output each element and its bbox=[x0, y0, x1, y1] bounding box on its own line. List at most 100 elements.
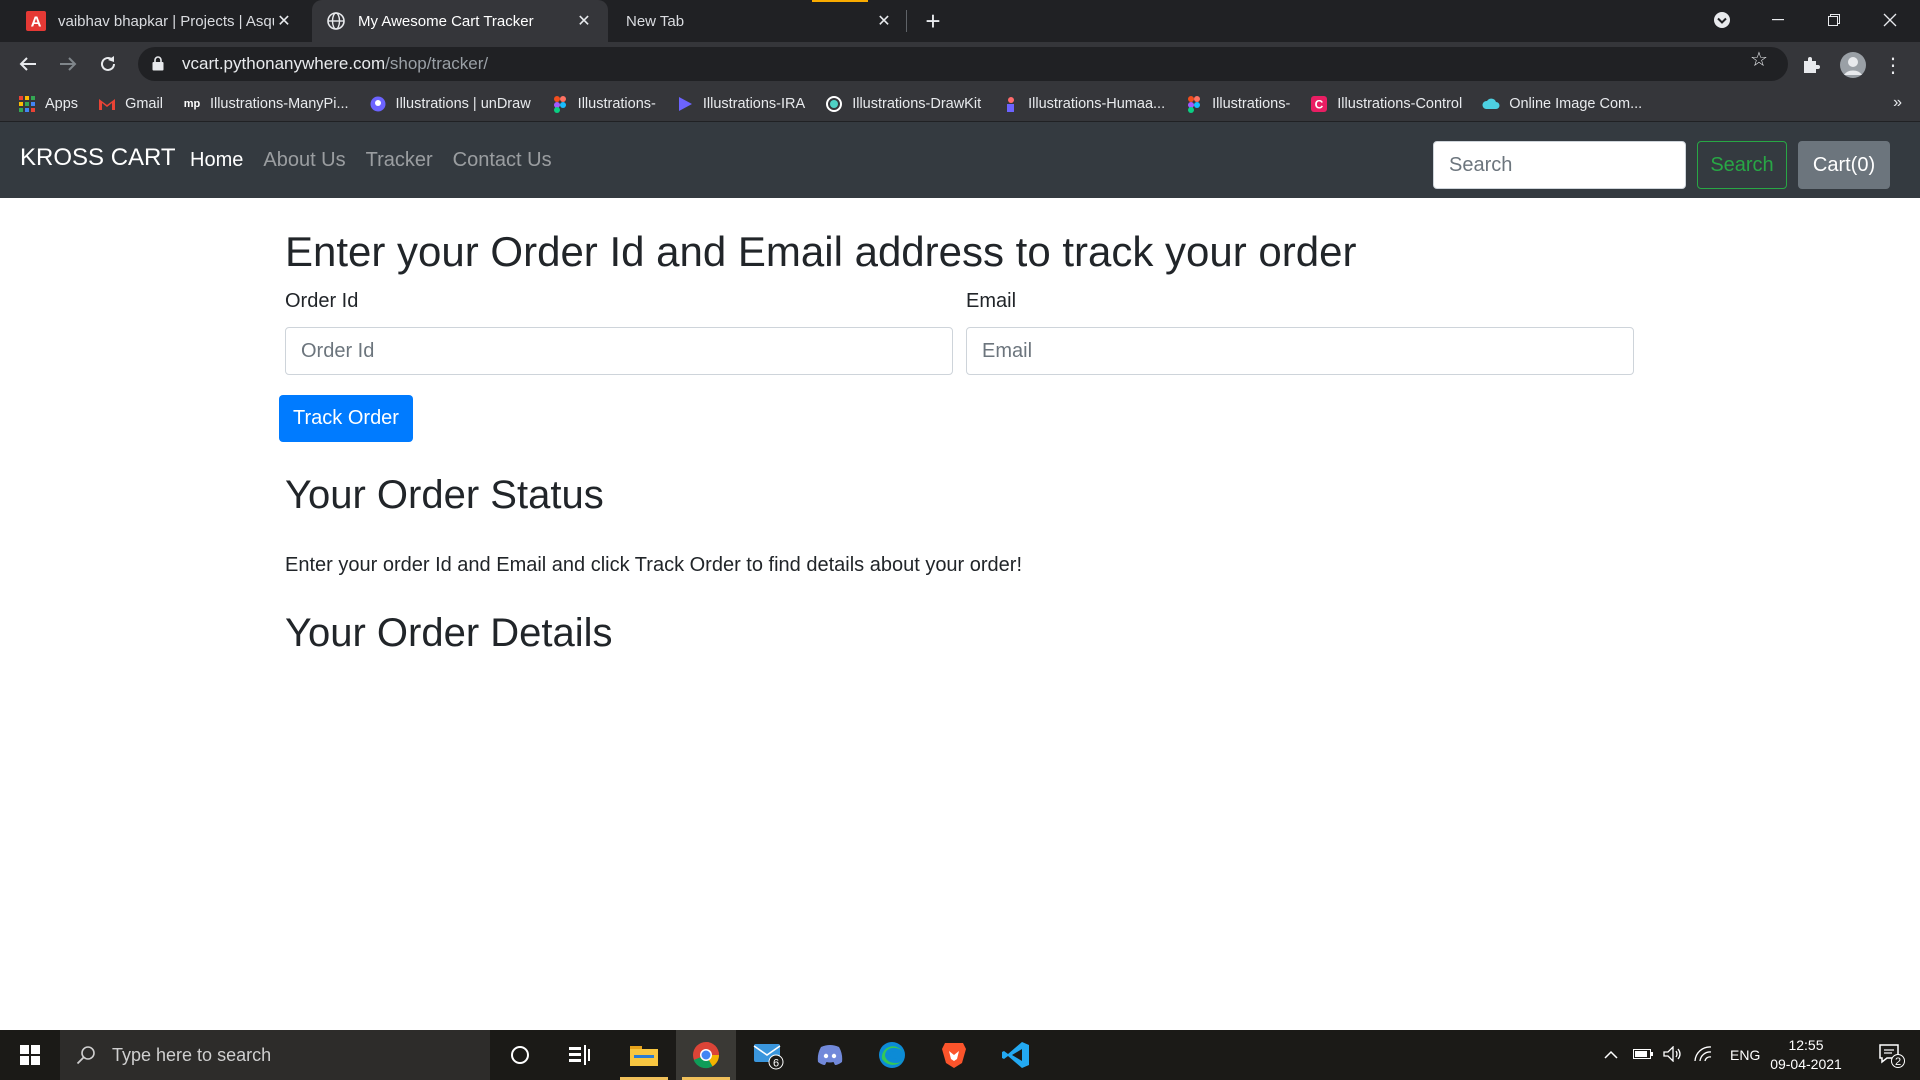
url-host: vcart.pythonanywhere.com bbox=[182, 54, 386, 73]
tab-close-icon[interactable]: ✕ bbox=[274, 11, 294, 31]
nav-tracker[interactable]: Tracker bbox=[366, 149, 433, 172]
windows-taskbar: Type here to search 6 ENG 12:55 09-04-20… bbox=[0, 1030, 1920, 1080]
figma-icon bbox=[551, 95, 569, 113]
email-input[interactable] bbox=[966, 327, 1634, 375]
nav-links: Home About Us Tracker Contact Us bbox=[190, 122, 572, 198]
brand-logo[interactable]: KROSS CART bbox=[20, 144, 176, 172]
tray-overflow-chevron-icon[interactable] bbox=[1600, 1047, 1622, 1063]
chrome-taskbar-icon[interactable] bbox=[676, 1030, 736, 1080]
address-bar[interactable]: vcart.pythonanywhere.com/shop/tracker/ bbox=[138, 47, 1788, 81]
task-view-icon[interactable] bbox=[550, 1030, 610, 1080]
new-tab-plus-icon[interactable]: + bbox=[918, 6, 948, 36]
bookmark-label: Illustrations-IRA bbox=[702, 95, 806, 112]
nav-home[interactable]: Home bbox=[190, 149, 243, 172]
bookmark-label: Apps bbox=[45, 95, 79, 112]
bookmark-label: Online Image Com... bbox=[1509, 95, 1643, 112]
minimize-icon[interactable] bbox=[1750, 0, 1806, 40]
tab-search-icon[interactable] bbox=[1694, 0, 1750, 40]
browser-toolbar: vcart.pythonanywhere.com/shop/tracker/ ☆… bbox=[0, 42, 1920, 86]
edge-icon[interactable] bbox=[862, 1030, 922, 1080]
cart-button[interactable]: Cart(0) bbox=[1798, 141, 1890, 189]
bookmark-label: Illustrations-DrawKit bbox=[852, 95, 982, 112]
close-window-icon[interactable] bbox=[1862, 0, 1918, 40]
vscode-icon[interactable] bbox=[986, 1030, 1046, 1080]
manypixels-icon: mp bbox=[183, 97, 201, 110]
drawkit-icon bbox=[825, 95, 843, 113]
page-title: Enter your Order Id and Email address to… bbox=[285, 228, 1357, 275]
discord-icon[interactable] bbox=[800, 1030, 860, 1080]
tab-asquero[interactable]: A vaibhav bhapkar | Projects | Asqu ✕ bbox=[12, 0, 308, 42]
taskbar-clock[interactable]: 12:55 09-04-2021 bbox=[1764, 1036, 1848, 1074]
ira-icon bbox=[676, 95, 694, 113]
order-status-heading: Your Order Status bbox=[285, 473, 604, 517]
cloud-icon bbox=[1482, 95, 1500, 113]
bookmark-label: Illustrations-Control bbox=[1337, 95, 1463, 112]
bookmark-item[interactable]: Illustrations- bbox=[1185, 95, 1290, 113]
apps-grid-icon bbox=[18, 95, 36, 113]
order-id-input[interactable] bbox=[285, 327, 953, 375]
humaaans-icon bbox=[1001, 95, 1019, 113]
bookmark-label: Illustrations-Humaa... bbox=[1028, 95, 1166, 112]
figma-icon bbox=[1185, 95, 1203, 113]
search-icon bbox=[76, 1045, 96, 1065]
bookmark-label: Gmail bbox=[125, 95, 163, 112]
svg-text:A: A bbox=[31, 14, 42, 31]
url-path: /shop/tracker/ bbox=[385, 54, 489, 73]
brave-icon[interactable] bbox=[924, 1030, 984, 1080]
bookmark-item[interactable]: Illustrations | unDraw bbox=[369, 95, 531, 113]
bookmark-item[interactable]: Illustrations-DrawKit bbox=[825, 95, 981, 113]
site-search-input[interactable] bbox=[1433, 141, 1686, 189]
tab-new-tab[interactable]: New Tab ✕ bbox=[612, 0, 908, 42]
gmail-icon bbox=[98, 95, 116, 113]
taskbar-search-box[interactable]: Type here to search bbox=[60, 1030, 490, 1080]
bookmark-item[interactable]: Illustrations-IRA bbox=[676, 95, 805, 113]
site-navbar: KROSS CART Home About Us Tracker Contact… bbox=[0, 122, 1920, 198]
bookmark-item[interactable]: Online Image Com... bbox=[1482, 95, 1642, 113]
track-order-button[interactable]: Track Order bbox=[279, 395, 413, 442]
bookmark-item[interactable]: Apps bbox=[18, 95, 78, 113]
bookmark-item[interactable]: Gmail bbox=[98, 95, 163, 113]
language-indicator[interactable]: ENG bbox=[1730, 1047, 1760, 1063]
email-label: Email bbox=[966, 290, 1017, 312]
notification-center-icon[interactable]: 2 bbox=[1862, 1030, 1920, 1080]
url-text: vcart.pythonanywhere.com/shop/tracker/ bbox=[182, 54, 488, 74]
notification-count: 2 bbox=[1895, 1056, 1901, 1068]
mail-icon[interactable]: 6 bbox=[738, 1030, 798, 1080]
forward-icon[interactable] bbox=[52, 48, 84, 80]
undraw-icon bbox=[369, 95, 387, 113]
tab-cart-tracker[interactable]: My Awesome Cart Tracker ✕ bbox=[312, 0, 608, 42]
nav-about-us[interactable]: About Us bbox=[263, 149, 345, 172]
cortana-icon[interactable] bbox=[490, 1030, 550, 1080]
tab-title: New Tab bbox=[626, 12, 685, 30]
back-icon[interactable] bbox=[12, 48, 44, 80]
extensions-puzzle-icon[interactable] bbox=[1798, 52, 1824, 78]
bookmark-label: Illustrations- bbox=[1212, 95, 1291, 112]
system-tray: ENG bbox=[1600, 1030, 1760, 1080]
tab-close-icon[interactable]: ✕ bbox=[574, 11, 594, 31]
profile-avatar[interactable] bbox=[1840, 52, 1866, 78]
wifi-icon[interactable] bbox=[1688, 1045, 1718, 1065]
chrome-menu-icon[interactable]: ⋮ bbox=[1880, 52, 1906, 78]
bookmark-item[interactable]: mp Illustrations-ManyPi... bbox=[183, 95, 349, 113]
bookmark-label: Illustrations-ManyPi... bbox=[209, 95, 349, 112]
volume-icon[interactable] bbox=[1658, 1044, 1688, 1065]
bookmark-item[interactable]: Illustrations-Humaa... bbox=[1001, 95, 1165, 113]
tab-close-icon[interactable]: ✕ bbox=[874, 11, 894, 31]
order-status-text: Enter your order Id and Email and click … bbox=[285, 554, 1023, 576]
loading-indicator bbox=[812, 0, 868, 2]
reload-icon[interactable] bbox=[92, 48, 124, 80]
bookmark-star-icon[interactable]: ☆ bbox=[1750, 47, 1768, 72]
svg-text:C: C bbox=[1315, 97, 1324, 111]
bookmark-item[interactable]: Illustrations- bbox=[551, 95, 656, 113]
mail-badge-count: 6 bbox=[773, 1058, 779, 1070]
bookmarks-overflow-icon[interactable]: » bbox=[1893, 94, 1902, 112]
windows-start-icon[interactable] bbox=[0, 1030, 60, 1080]
file-explorer-icon[interactable] bbox=[614, 1030, 674, 1080]
restore-icon[interactable] bbox=[1806, 0, 1862, 40]
bookmark-item[interactable]: C Illustrations-Control bbox=[1310, 95, 1462, 113]
battery-icon[interactable] bbox=[1628, 1047, 1658, 1063]
nav-contact-us[interactable]: Contact Us bbox=[453, 149, 552, 172]
tab-title: vaibhav bhapkar | Projects | Asqu bbox=[58, 12, 274, 30]
site-search-button[interactable]: Search bbox=[1697, 141, 1787, 189]
control-icon: C bbox=[1310, 95, 1328, 113]
